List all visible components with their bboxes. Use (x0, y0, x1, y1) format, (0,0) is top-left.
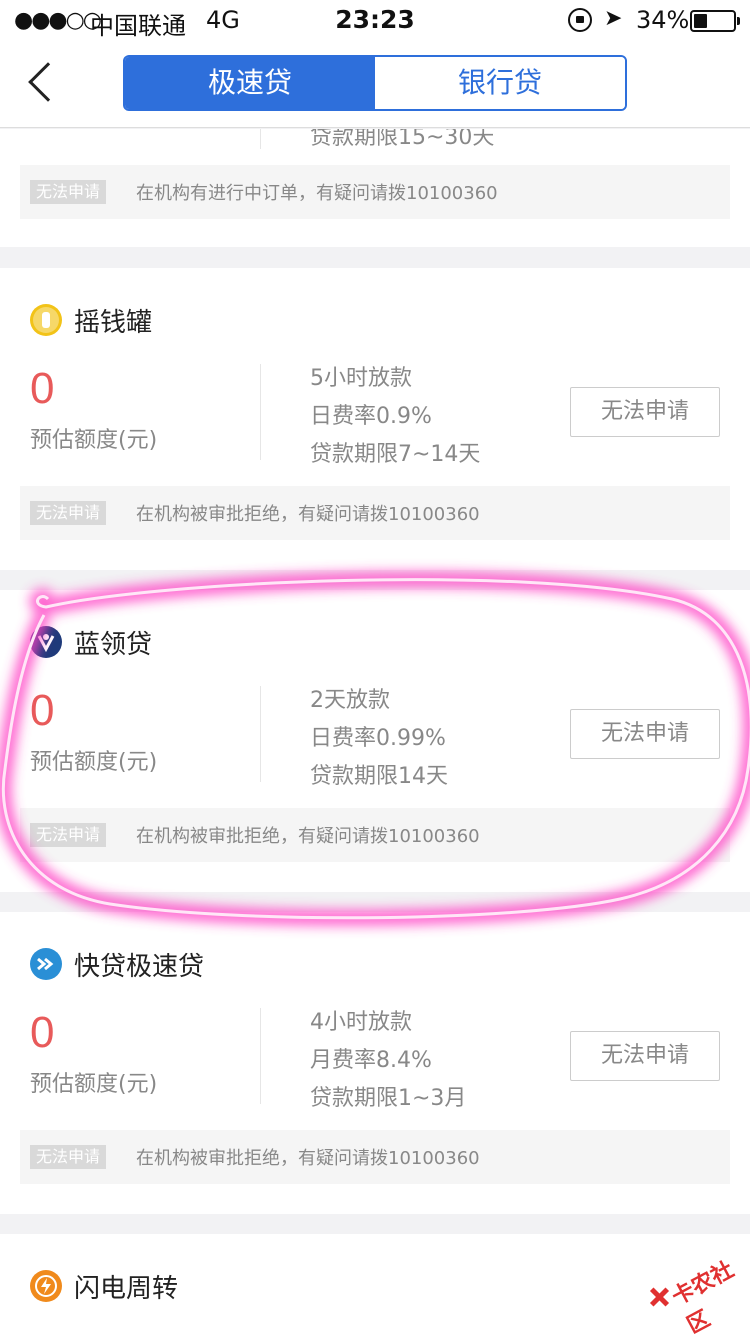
loan-card-header: 闪电周转 (30, 1268, 178, 1304)
estimated-amount: 0 (30, 1008, 55, 1057)
blue-collar-icon (30, 626, 62, 658)
tab-bank-loan[interactable]: 银行贷 (375, 57, 625, 109)
notice-message: 在机构被审批拒绝，有疑问请拨10100360 (136, 826, 480, 847)
divider (260, 129, 261, 149)
loan-terms: 2天放款 日费率0.99% 贷款期限14天 (310, 682, 448, 796)
loan-card-header: 蓝领贷 (30, 624, 152, 660)
nav-bar: 极速贷 银行贷 (0, 40, 750, 128)
coin-jar-icon (30, 304, 62, 336)
estimated-amount: 0 (30, 686, 55, 735)
notice-bar: 无法申请 在机构被审批拒绝，有疑问请拨10100360 (20, 486, 730, 540)
loan-name: 闪电周转 (74, 1273, 179, 1304)
loan-term: 贷款期限1~3月 (310, 1086, 467, 1111)
status-bar: ●●●○○ 中国联通 4G 23:23 ➤ 34% (0, 0, 750, 40)
loan-list[interactable]: 贷款期限15~30天 无法申请 在机构有进行中订单，有疑问请拨10100360 … (0, 129, 750, 1334)
notice-tag: 无法申请 (30, 823, 107, 847)
loan-card-partial: 贷款期限15~30天 无法申请 在机构有进行中订单，有疑问请拨10100360 (0, 129, 750, 247)
loan-card[interactable]: 闪电周转 (0, 1234, 750, 1334)
loan-speed: 5小时放款 (310, 366, 412, 391)
divider (260, 686, 261, 782)
loan-card[interactable]: 蓝领贷 0 预估额度(元) 2天放款 日费率0.99% 贷款期限14天 无法申请… (0, 590, 750, 892)
notice-tag: 无法申请 (30, 501, 107, 525)
fast-loan-icon (30, 948, 62, 980)
estimated-amount-label: 预估额度(元) (30, 1072, 158, 1097)
notice-bar: 无法申请 在机构被审批拒绝，有疑问请拨10100360 (20, 1130, 730, 1184)
battery-percent: 34% (636, 6, 690, 34)
notice-message: 在机构被审批拒绝，有疑问请拨10100360 (136, 1148, 480, 1169)
loan-name: 快贷极速贷 (74, 951, 205, 982)
estimated-amount: 0 (30, 364, 55, 413)
loan-name: 蓝领贷 (74, 629, 153, 660)
notice-bar: 无法申请 在机构被审批拒绝，有疑问请拨10100360 (20, 808, 730, 862)
apply-button[interactable]: 无法申请 (570, 1031, 720, 1081)
notice-bar: 无法申请 在机构有进行中订单，有疑问请拨10100360 (20, 165, 730, 219)
notice-tag: 无法申请 (30, 1145, 107, 1169)
tab-express-loan[interactable]: 极速贷 (125, 57, 375, 109)
loan-term: 贷款期限14天 (310, 764, 448, 789)
loan-term: 贷款期限15~30天 (310, 129, 495, 150)
loan-card-header: 快贷极速贷 (30, 946, 204, 982)
loan-type-segmented-control: 极速贷 银行贷 (123, 55, 627, 111)
lightning-icon (30, 1270, 62, 1302)
notice-message: 在机构被审批拒绝，有疑问请拨10100360 (136, 504, 480, 525)
loan-rate: 月费率8.4% (310, 1048, 432, 1073)
apply-button[interactable]: 无法申请 (570, 709, 720, 759)
estimated-amount-label: 预估额度(元) (30, 750, 158, 775)
notice-message: 在机构有进行中订单，有疑问请拨10100360 (136, 183, 498, 204)
loan-rate: 日费率0.99% (310, 726, 446, 751)
back-chevron-icon (28, 62, 68, 102)
location-arrow-icon: ➤ (604, 6, 623, 31)
loan-speed: 4小时放款 (310, 1010, 412, 1035)
apply-button[interactable]: 无法申请 (570, 387, 720, 437)
battery-level (694, 14, 707, 28)
loan-name: 摇钱罐 (74, 307, 153, 338)
rotation-lock-icon (568, 8, 592, 32)
loan-term: 贷款期限7~14天 (310, 442, 481, 467)
loan-card[interactable]: 快贷极速贷 0 预估额度(元) 4小时放款 月费率8.4% 贷款期限1~3月 无… (0, 912, 750, 1214)
watermark-logo-icon (648, 1286, 670, 1308)
notice-tag: 无法申请 (30, 180, 107, 204)
divider (260, 364, 261, 460)
loan-card[interactable]: 摇钱罐 0 预估额度(元) 5小时放款 日费率0.9% 贷款期限7~14天 无法… (0, 268, 750, 570)
battery-icon (690, 10, 740, 32)
loan-terms: 5小时放款 日费率0.9% 贷款期限7~14天 (310, 360, 480, 474)
loan-terms: 4小时放款 月费率8.4% 贷款期限1~3月 (310, 1004, 466, 1118)
loan-speed: 2天放款 (310, 688, 390, 713)
loan-card-header: 摇钱罐 (30, 302, 152, 338)
back-button[interactable] (20, 60, 68, 110)
loan-rate: 日费率0.9% (310, 404, 432, 429)
estimated-amount-label: 预估额度(元) (30, 428, 158, 453)
divider (260, 1008, 261, 1104)
